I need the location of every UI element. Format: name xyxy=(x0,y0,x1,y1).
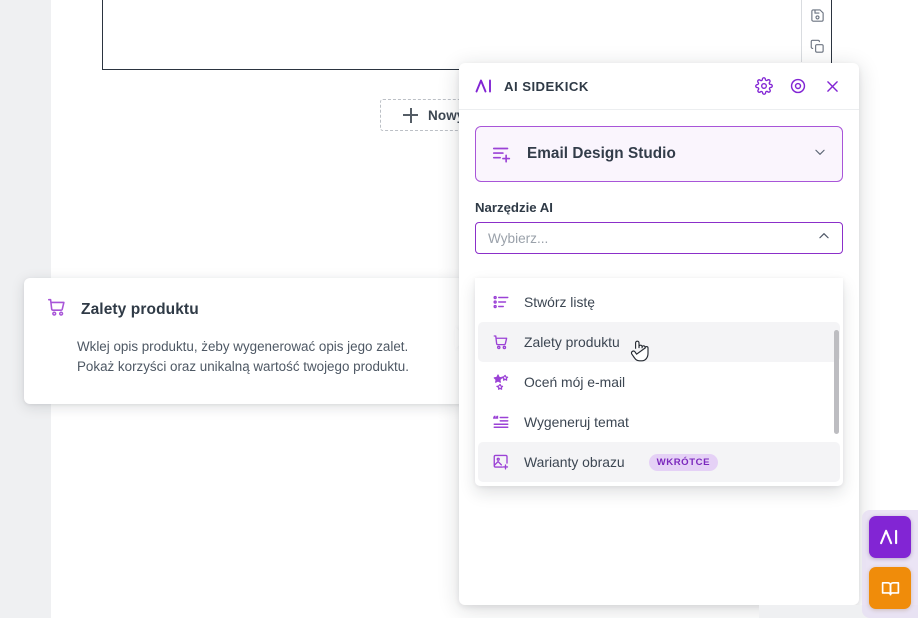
studio-selector-label: Email Design Studio xyxy=(527,145,676,162)
block-toolbar xyxy=(801,0,832,62)
save-icon[interactable] xyxy=(802,0,833,31)
chevron-up-icon xyxy=(817,229,831,248)
dropdown-option-label: Oceń mój e-mail xyxy=(524,374,626,390)
knowledge-book-fab[interactable] xyxy=(869,567,911,609)
info-card-title: Zalety produktu xyxy=(81,300,199,318)
dropdown-option-label: Zalety produktu xyxy=(524,334,620,350)
panel-header: AI SIDEKICK xyxy=(459,63,859,110)
chevron-down-icon xyxy=(813,145,827,164)
screen: Nowy widget Zalety produktu Wklej opis p… xyxy=(0,0,918,618)
copy-icon[interactable] xyxy=(802,31,833,62)
info-card-header: Zalety produktu xyxy=(46,296,442,323)
mouse-cursor-pointer xyxy=(629,338,651,364)
panel-body: Email Design Studio Narzędzie AI Wybierz… xyxy=(459,110,859,254)
tool-info-card: Zalety produktu Wklej opis produktu, żeb… xyxy=(24,278,464,404)
ai-sidekick-logo-icon xyxy=(475,77,494,95)
panel-header-actions xyxy=(754,76,842,96)
email-editor-block[interactable] xyxy=(102,0,832,70)
ai-sidekick-panel: AI SIDEKICK Email Design Studio Narzędzi… xyxy=(459,63,859,605)
target-icon[interactable] xyxy=(788,76,808,96)
ai-tool-combobox[interactable]: Wybierz... xyxy=(475,222,843,254)
shopping-cart-icon xyxy=(491,333,510,352)
shopping-cart-icon xyxy=(46,296,68,323)
image-plus-icon xyxy=(491,453,510,472)
coming-soon-badge: WKRÓTCE xyxy=(648,453,719,471)
dropdown-option-warianty-obrazu[interactable]: Warianty obrazu WKRÓTCE xyxy=(478,442,840,482)
dropdown-option-stworz-liste[interactable]: Stwórz listę xyxy=(475,282,843,322)
gear-icon[interactable] xyxy=(754,76,774,96)
quote-lines-icon xyxy=(491,413,510,432)
list-plus-icon xyxy=(491,143,513,165)
dropdown-option-zalety-produktu[interactable]: Zalety produktu xyxy=(478,322,840,362)
dropdown-option-label: Warianty obrazu xyxy=(524,454,625,470)
sparkle-stars-icon xyxy=(491,373,510,392)
ai-tool-dropdown: Stwórz listę Zalety produktu Oceń mój e-… xyxy=(475,278,843,486)
panel-title: AI SIDEKICK xyxy=(504,78,589,94)
studio-selector[interactable]: Email Design Studio xyxy=(475,126,843,182)
ai-tool-field-label: Narzędzie AI xyxy=(475,200,553,215)
info-card-description: Wklej opis produktu, żeby wygenerować op… xyxy=(77,339,409,374)
list-icon xyxy=(491,293,510,312)
dropdown-option-label: Stwórz listę xyxy=(524,294,596,310)
dropdown-option-ocen-moj-email[interactable]: Oceń mój e-mail xyxy=(475,362,843,402)
launcher-dock xyxy=(862,510,918,618)
plus-icon xyxy=(403,107,418,123)
dropdown-option-wygeneruj-temat[interactable]: Wygeneruj temat xyxy=(475,402,843,442)
dropdown-option-label: Wygeneruj temat xyxy=(524,414,629,430)
ai-tool-placeholder: Wybierz... xyxy=(488,230,549,246)
dropdown-scrollbar[interactable] xyxy=(834,330,839,434)
close-icon[interactable] xyxy=(822,76,842,96)
ai-sidekick-fab[interactable] xyxy=(869,516,911,558)
